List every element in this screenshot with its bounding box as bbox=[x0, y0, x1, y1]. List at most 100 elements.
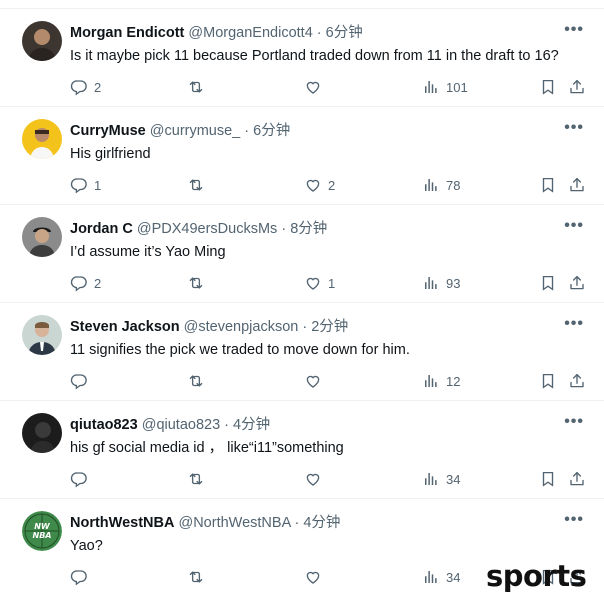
more-options-icon[interactable]: ••• bbox=[564, 511, 584, 529]
display-name[interactable]: NorthWestNBA bbox=[70, 515, 174, 531]
retweet-button[interactable] bbox=[187, 77, 211, 97]
display-name[interactable]: Jordan C bbox=[70, 221, 133, 237]
bookmark-icon bbox=[539, 372, 557, 390]
share-icon bbox=[568, 372, 586, 390]
retweet-button[interactable] bbox=[187, 175, 211, 195]
share-button[interactable] bbox=[568, 175, 586, 195]
more-options-icon[interactable]: ••• bbox=[564, 315, 584, 333]
reply-tweet[interactable]: Jordan C @PDX49ersDucksMs · 8分钟 ••• I’d … bbox=[0, 204, 604, 302]
bookmark-button[interactable] bbox=[539, 175, 557, 195]
timestamp[interactable]: 6分钟 bbox=[253, 123, 290, 139]
share-icon bbox=[568, 470, 586, 488]
retweet-button[interactable] bbox=[187, 469, 211, 489]
retweet-icon bbox=[187, 470, 205, 488]
heart-icon bbox=[304, 372, 322, 390]
tweet-header: CurryMuse @currymuse_ · 6分钟 bbox=[70, 122, 290, 140]
reply-icon bbox=[70, 78, 88, 96]
reply-button[interactable]: 2 bbox=[70, 77, 101, 97]
heart-icon bbox=[304, 176, 322, 194]
reply-button[interactable]: 1 bbox=[70, 175, 101, 195]
separator: · bbox=[316, 25, 322, 41]
views-button[interactable]: 101 bbox=[422, 77, 468, 97]
like-button[interactable] bbox=[304, 77, 328, 97]
display-name[interactable]: qiutao823 bbox=[70, 417, 138, 433]
views-button[interactable]: 93 bbox=[422, 273, 460, 293]
reply-tweet[interactable]: CurryMuse @currymuse_ · 6分钟 ••• His girl… bbox=[0, 106, 604, 204]
retweet-icon bbox=[187, 176, 205, 194]
tweet-text: Is it maybe pick 11 because Portland tra… bbox=[70, 48, 559, 64]
user-handle[interactable]: @PDX49ersDucksMs bbox=[137, 221, 277, 237]
view-count: 34 bbox=[446, 471, 461, 487]
like-button[interactable] bbox=[304, 469, 328, 489]
share-button[interactable] bbox=[568, 77, 586, 97]
reply-icon bbox=[70, 176, 88, 194]
share-button[interactable] bbox=[568, 273, 586, 293]
tweet-header: Jordan C @PDX49ersDucksMs · 8分钟 bbox=[70, 220, 327, 238]
reply-tweet[interactable]: Steven Jackson @stevenpjackson · 2分钟 •••… bbox=[0, 302, 604, 400]
display-name[interactable]: Steven Jackson bbox=[70, 319, 180, 335]
bar-chart-icon bbox=[422, 568, 440, 586]
bar-chart-icon bbox=[422, 372, 440, 390]
bookmark-icon bbox=[539, 78, 557, 96]
user-handle[interactable]: @NorthWestNBA bbox=[178, 515, 290, 531]
separator: · bbox=[244, 123, 250, 139]
view-count: 101 bbox=[446, 79, 468, 95]
timestamp[interactable]: 4分钟 bbox=[303, 515, 340, 531]
tweet-header: NorthWestNBA @NorthWestNBA · 4分钟 bbox=[70, 514, 340, 532]
avatar[interactable] bbox=[22, 21, 62, 61]
bookmark-icon bbox=[539, 274, 557, 292]
avatar[interactable]: NW NBA bbox=[22, 511, 62, 551]
bookmark-button[interactable] bbox=[539, 371, 557, 391]
avatar[interactable] bbox=[22, 217, 62, 257]
bookmark-icon bbox=[539, 176, 557, 194]
like-button[interactable]: 1 bbox=[304, 273, 335, 293]
avatar[interactable] bbox=[22, 119, 62, 159]
like-button[interactable] bbox=[304, 371, 328, 391]
bookmark-button[interactable] bbox=[539, 77, 557, 97]
display-name[interactable]: Morgan Endicott bbox=[70, 25, 184, 41]
like-button[interactable] bbox=[304, 567, 328, 587]
reply-tweet[interactable]: Morgan Endicott @MorganEndicott4 · 6分钟 •… bbox=[0, 8, 604, 106]
timestamp[interactable]: 4分钟 bbox=[233, 417, 270, 433]
more-options-icon[interactable]: ••• bbox=[564, 217, 584, 235]
reply-button[interactable]: 2 bbox=[70, 273, 101, 293]
views-button[interactable]: 34 bbox=[422, 567, 460, 587]
timestamp[interactable]: 2分钟 bbox=[311, 319, 348, 335]
display-name[interactable]: CurryMuse bbox=[70, 123, 146, 139]
retweet-button[interactable] bbox=[187, 371, 211, 391]
user-handle[interactable]: @currymuse_ bbox=[150, 123, 240, 139]
more-options-icon[interactable]: ••• bbox=[564, 21, 584, 39]
avatar[interactable] bbox=[22, 413, 62, 453]
share-button[interactable] bbox=[568, 469, 586, 489]
share-icon bbox=[568, 176, 586, 194]
reply-tweet[interactable]: qiutao823 @qiutao823 · 4分钟 ••• his gf so… bbox=[0, 400, 604, 498]
reply-button[interactable] bbox=[70, 567, 94, 587]
retweet-icon bbox=[187, 78, 205, 96]
more-options-icon[interactable]: ••• bbox=[564, 119, 584, 137]
retweet-button[interactable] bbox=[187, 567, 211, 587]
bookmark-button[interactable] bbox=[539, 469, 557, 489]
timestamp[interactable]: 6分钟 bbox=[326, 25, 363, 41]
view-count: 12 bbox=[446, 373, 461, 389]
more-options-icon[interactable]: ••• bbox=[564, 413, 584, 431]
reply-button[interactable] bbox=[70, 469, 94, 489]
like-button[interactable]: 2 bbox=[304, 175, 335, 195]
user-handle[interactable]: @stevenpjackson bbox=[184, 319, 299, 335]
bookmark-button[interactable] bbox=[539, 273, 557, 293]
user-handle[interactable]: @MorganEndicott4 bbox=[188, 25, 312, 41]
heart-icon bbox=[304, 274, 322, 292]
heart-icon bbox=[304, 470, 322, 488]
avatar[interactable] bbox=[22, 315, 62, 355]
user-handle[interactable]: @qiutao823 bbox=[142, 417, 220, 433]
reply-icon bbox=[70, 372, 88, 390]
reply-count: 1 bbox=[94, 177, 102, 193]
retweet-button[interactable] bbox=[187, 273, 211, 293]
retweet-icon bbox=[187, 274, 205, 292]
share-button[interactable] bbox=[568, 371, 586, 391]
timestamp[interactable]: 8分钟 bbox=[290, 221, 327, 237]
views-button[interactable]: 78 bbox=[422, 175, 460, 195]
views-button[interactable]: 12 bbox=[422, 371, 460, 391]
views-button[interactable]: 34 bbox=[422, 469, 460, 489]
bar-chart-icon bbox=[422, 274, 440, 292]
reply-button[interactable] bbox=[70, 371, 94, 391]
